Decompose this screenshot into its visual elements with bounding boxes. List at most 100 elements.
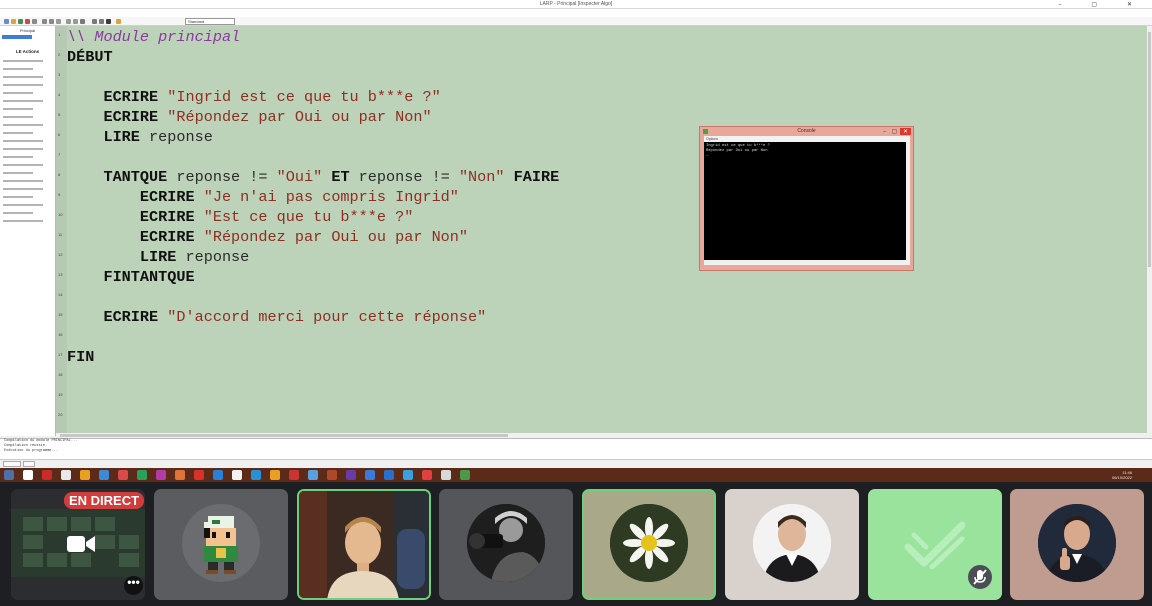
toolbar-button[interactable]	[25, 19, 30, 24]
toolbar-button[interactable]	[49, 19, 54, 24]
tree-item[interactable]	[3, 156, 33, 158]
taskbar-app-icon[interactable]	[270, 470, 280, 480]
participant-tile-muted[interactable]	[868, 489, 1002, 600]
toolbar-button[interactable]	[106, 19, 111, 24]
status-bar	[0, 459, 1152, 468]
toolbar-button[interactable]	[99, 19, 104, 24]
tree-item[interactable]	[3, 60, 43, 62]
code-token: "Oui"	[276, 168, 332, 186]
tree-item-module-principal[interactable]	[2, 35, 32, 39]
toolbar-button[interactable]	[56, 19, 61, 24]
tree-item[interactable]	[3, 140, 43, 142]
line-number: 14	[58, 292, 63, 297]
toolbar-button[interactable]	[80, 19, 85, 24]
tree-item[interactable]	[3, 84, 43, 86]
toolbar-button[interactable]	[92, 19, 97, 24]
tree-item[interactable]	[3, 124, 43, 126]
toolbar-button[interactable]	[116, 19, 121, 24]
tree-item[interactable]	[3, 148, 43, 150]
live-badge: EN DIRECT	[64, 492, 145, 509]
console-horizontal-scrollbar[interactable]	[704, 260, 910, 265]
taskbar-app-icon[interactable]	[232, 470, 242, 480]
code-token: FINTANTQUE	[67, 268, 195, 286]
taskbar-app-icon[interactable]	[23, 470, 33, 480]
taskbar-app-icon[interactable]	[118, 470, 128, 480]
tree-item[interactable]	[3, 180, 43, 182]
console-window[interactable]: Console – ▢ ✕ Options Ingrid est ce que …	[699, 126, 914, 271]
toolbar-button[interactable]	[11, 19, 16, 24]
taskbar-app-icon[interactable]	[213, 470, 223, 480]
taskbar-app-icon[interactable]	[99, 470, 109, 480]
pixel-character-avatar-icon	[204, 516, 238, 574]
participant-tile[interactable]	[582, 489, 716, 600]
participant-tile[interactable]	[154, 489, 288, 600]
tree-item[interactable]	[3, 196, 33, 198]
editor-vertical-scrollbar[interactable]	[1147, 26, 1152, 434]
tree-item[interactable]	[3, 188, 43, 190]
participant-tile[interactable]	[725, 489, 859, 600]
taskbar-app-icon[interactable]	[194, 470, 204, 480]
taskbar-app-icon[interactable]	[137, 470, 147, 480]
tree-item[interactable]	[3, 164, 43, 166]
tree-item[interactable]	[3, 204, 43, 206]
taskbar-app-icon[interactable]	[4, 470, 14, 480]
console-vertical-scrollbar[interactable]	[906, 142, 910, 260]
tree-item[interactable]	[3, 116, 33, 118]
tree-item[interactable]	[3, 68, 33, 70]
ide-window-controls[interactable]: – ▢ ✕	[1058, 0, 1146, 9]
taskbar-app-icon[interactable]	[346, 470, 356, 480]
code-editor[interactable]: \\ Module principal DÉBUT ECRIRE "Ingrid …	[67, 26, 1147, 434]
tree-item[interactable]	[3, 92, 33, 94]
taskbar-app-icon[interactable]	[365, 470, 375, 480]
taskbar-app-icon[interactable]	[422, 470, 432, 480]
scroll-thumb[interactable]	[60, 434, 508, 437]
line-number: 12	[58, 252, 63, 257]
code-token: DÉBUT	[67, 48, 113, 66]
more-options-button[interactable]: •••	[124, 576, 143, 595]
taskbar-app-icon[interactable]	[327, 470, 337, 480]
code-token: "Répondez par Oui ou par Non"	[203, 228, 469, 246]
taskbar-app-icon[interactable]	[308, 470, 318, 480]
taskbar-app-icon[interactable]	[251, 470, 261, 480]
participant-tile-webcam[interactable]	[297, 489, 431, 600]
photographer-avatar-icon	[467, 504, 545, 582]
code-token: "Répondez par Oui ou par Non"	[167, 108, 432, 126]
toolbar-button[interactable]	[18, 19, 23, 24]
tree-item[interactable]	[3, 220, 43, 222]
tree-item[interactable]	[3, 108, 33, 110]
tree-item[interactable]	[3, 212, 33, 214]
taskbar-app-icon[interactable]	[403, 470, 413, 480]
taskbar-app-icon[interactable]	[156, 470, 166, 480]
maximize-button[interactable]: ▢	[890, 128, 899, 135]
tree-item[interactable]	[3, 132, 33, 134]
toolbar-button[interactable]	[73, 19, 78, 24]
scroll-thumb[interactable]	[1148, 32, 1151, 267]
participant-tile[interactable]	[439, 489, 573, 600]
tree-item[interactable]	[3, 172, 33, 174]
system-clock[interactable]: 11:46 06/10/2022	[1112, 470, 1132, 480]
taskbar-app-icon[interactable]	[289, 470, 299, 480]
taskbar-app-icon[interactable]	[460, 470, 470, 480]
toolbar-button[interactable]	[4, 19, 9, 24]
taskbar-app-icon[interactable]	[175, 470, 185, 480]
toolbar-style-select[interactable]: Standard	[185, 18, 235, 25]
taskbar-app-icon[interactable]	[441, 470, 451, 480]
taskbar-app-icon[interactable]	[80, 470, 90, 480]
taskbar-app-icon[interactable]	[384, 470, 394, 480]
taskbar-app-icon[interactable]	[42, 470, 52, 480]
ide-window-title: LARP - Principal [Inspecter Algo]	[539, 1, 613, 7]
toolbar-button[interactable]	[32, 19, 37, 24]
toolbar-button[interactable]	[66, 19, 71, 24]
line-number: 8	[58, 172, 61, 177]
tree-item[interactable]	[3, 76, 43, 78]
line-number: 18	[58, 372, 63, 377]
windows-taskbar: 11:46 06/10/2022	[0, 468, 1152, 482]
minimize-button[interactable]: –	[880, 128, 889, 135]
participant-tile-live[interactable]: EN DIRECT •••	[11, 489, 145, 600]
line-number: 10	[58, 212, 63, 217]
taskbar-app-icon[interactable]	[61, 470, 71, 480]
tree-item[interactable]	[3, 100, 43, 102]
toolbar-button[interactable]	[42, 19, 47, 24]
close-button[interactable]: ✕	[900, 128, 911, 135]
participant-tile[interactable]	[1010, 489, 1144, 600]
